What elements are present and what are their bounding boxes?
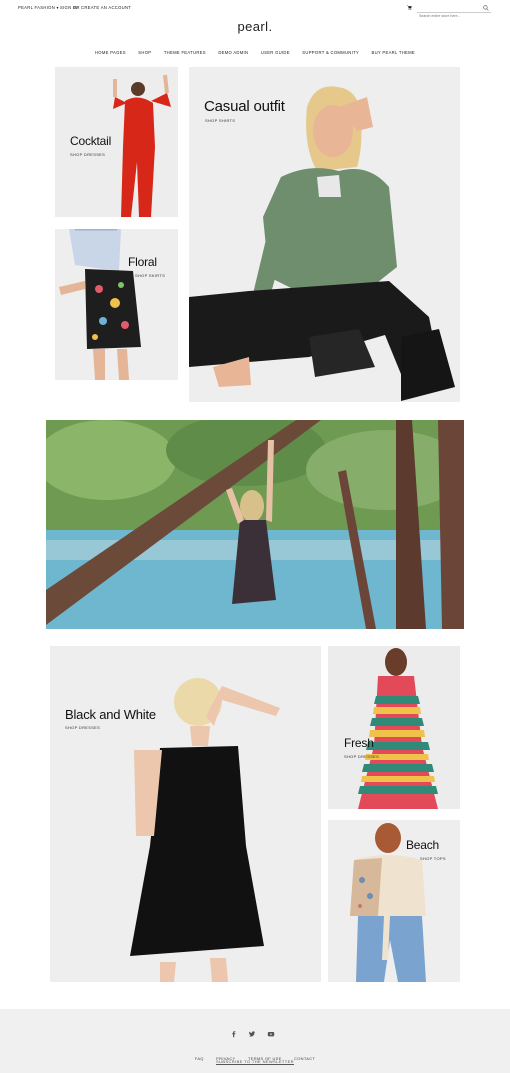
nav-theme-features[interactable]: THEME FEATURES bbox=[164, 50, 206, 55]
beach-shop-link[interactable]: SHOP TOPS bbox=[420, 856, 446, 861]
or-text: OR bbox=[73, 5, 80, 10]
footer: FAQ PRIVACY TERMS OF USE CONTACT SUBSCRI… bbox=[0, 1009, 510, 1073]
fresh-shop-link[interactable]: SHOP DRESSES bbox=[344, 754, 379, 759]
casual-outfit-shop-link[interactable]: SHOP SHIRTS bbox=[205, 118, 235, 123]
cocktail-title: Cocktail bbox=[70, 134, 112, 148]
forest-lake-photo bbox=[46, 420, 464, 629]
black-and-white-photo bbox=[50, 646, 321, 982]
nav-demo-admin[interactable]: DEMO ADMIN bbox=[218, 50, 248, 55]
tile-black-and-white[interactable]: Black and White SHOP DRESSES bbox=[50, 646, 321, 982]
twitter-icon[interactable] bbox=[248, 1030, 256, 1038]
cocktail-shop-link[interactable]: SHOP DRESSES bbox=[70, 152, 105, 157]
search-box[interactable] bbox=[417, 4, 491, 20]
nav-user-guide[interactable]: USER GUIDE bbox=[261, 50, 290, 55]
tile-floral[interactable]: Floral SHOP SKIRTS bbox=[55, 229, 178, 380]
tile-fresh[interactable]: Fresh SHOP DRESSES bbox=[328, 646, 460, 809]
black-and-white-title: Black and White bbox=[65, 707, 156, 722]
black-and-white-shop-link[interactable]: SHOP DRESSES bbox=[65, 725, 100, 730]
beach-title: Beach bbox=[406, 838, 440, 852]
beach-photo bbox=[328, 820, 460, 982]
tile-casual-outfit[interactable]: Casual outfit SHOP SHIRTS bbox=[189, 67, 460, 402]
nav-buy-pearl-theme[interactable]: BUY PEARL THEME bbox=[371, 50, 415, 55]
tile-cocktail[interactable]: Cocktail SHOP DRESSES bbox=[55, 67, 178, 217]
nav-shop[interactable]: SHOP bbox=[138, 50, 151, 55]
fresh-title: Fresh bbox=[344, 736, 374, 750]
youtube-icon[interactable] bbox=[267, 1030, 275, 1038]
fresh-photo bbox=[328, 646, 460, 809]
cart-icon[interactable] bbox=[406, 4, 412, 10]
hero-banner[interactable] bbox=[46, 420, 464, 629]
search-icon[interactable] bbox=[483, 5, 489, 11]
floral-photo bbox=[55, 229, 178, 380]
main-nav: HOME PAGES SHOP THEME FEATURES DEMO ADMI… bbox=[0, 41, 510, 59]
floral-title: Floral bbox=[128, 255, 157, 269]
nav-home-pages[interactable]: HOME PAGES bbox=[95, 50, 126, 55]
nav-support-community[interactable]: SUPPORT & COMMUNITY bbox=[302, 50, 359, 55]
create-account-link[interactable]: CREATE AN ACCOUNT bbox=[81, 5, 131, 10]
top-bar: PEARL FASHION ▾ SIGN IN OR CREATE AN ACC… bbox=[0, 0, 510, 20]
facebook-icon[interactable] bbox=[230, 1030, 238, 1038]
casual-outfit-title: Casual outfit bbox=[204, 98, 285, 115]
tile-beach[interactable]: Beach SHOP TOPS bbox=[328, 820, 460, 982]
newsletter-link[interactable]: SUBSCRIBE TO THE NEWSLETTER bbox=[0, 1059, 510, 1064]
site-selector[interactable]: PEARL FASHION ▾ bbox=[18, 5, 59, 10]
site-logo[interactable]: pearl. bbox=[0, 19, 510, 34]
floral-shop-link[interactable]: SHOP SKIRTS bbox=[135, 273, 165, 278]
